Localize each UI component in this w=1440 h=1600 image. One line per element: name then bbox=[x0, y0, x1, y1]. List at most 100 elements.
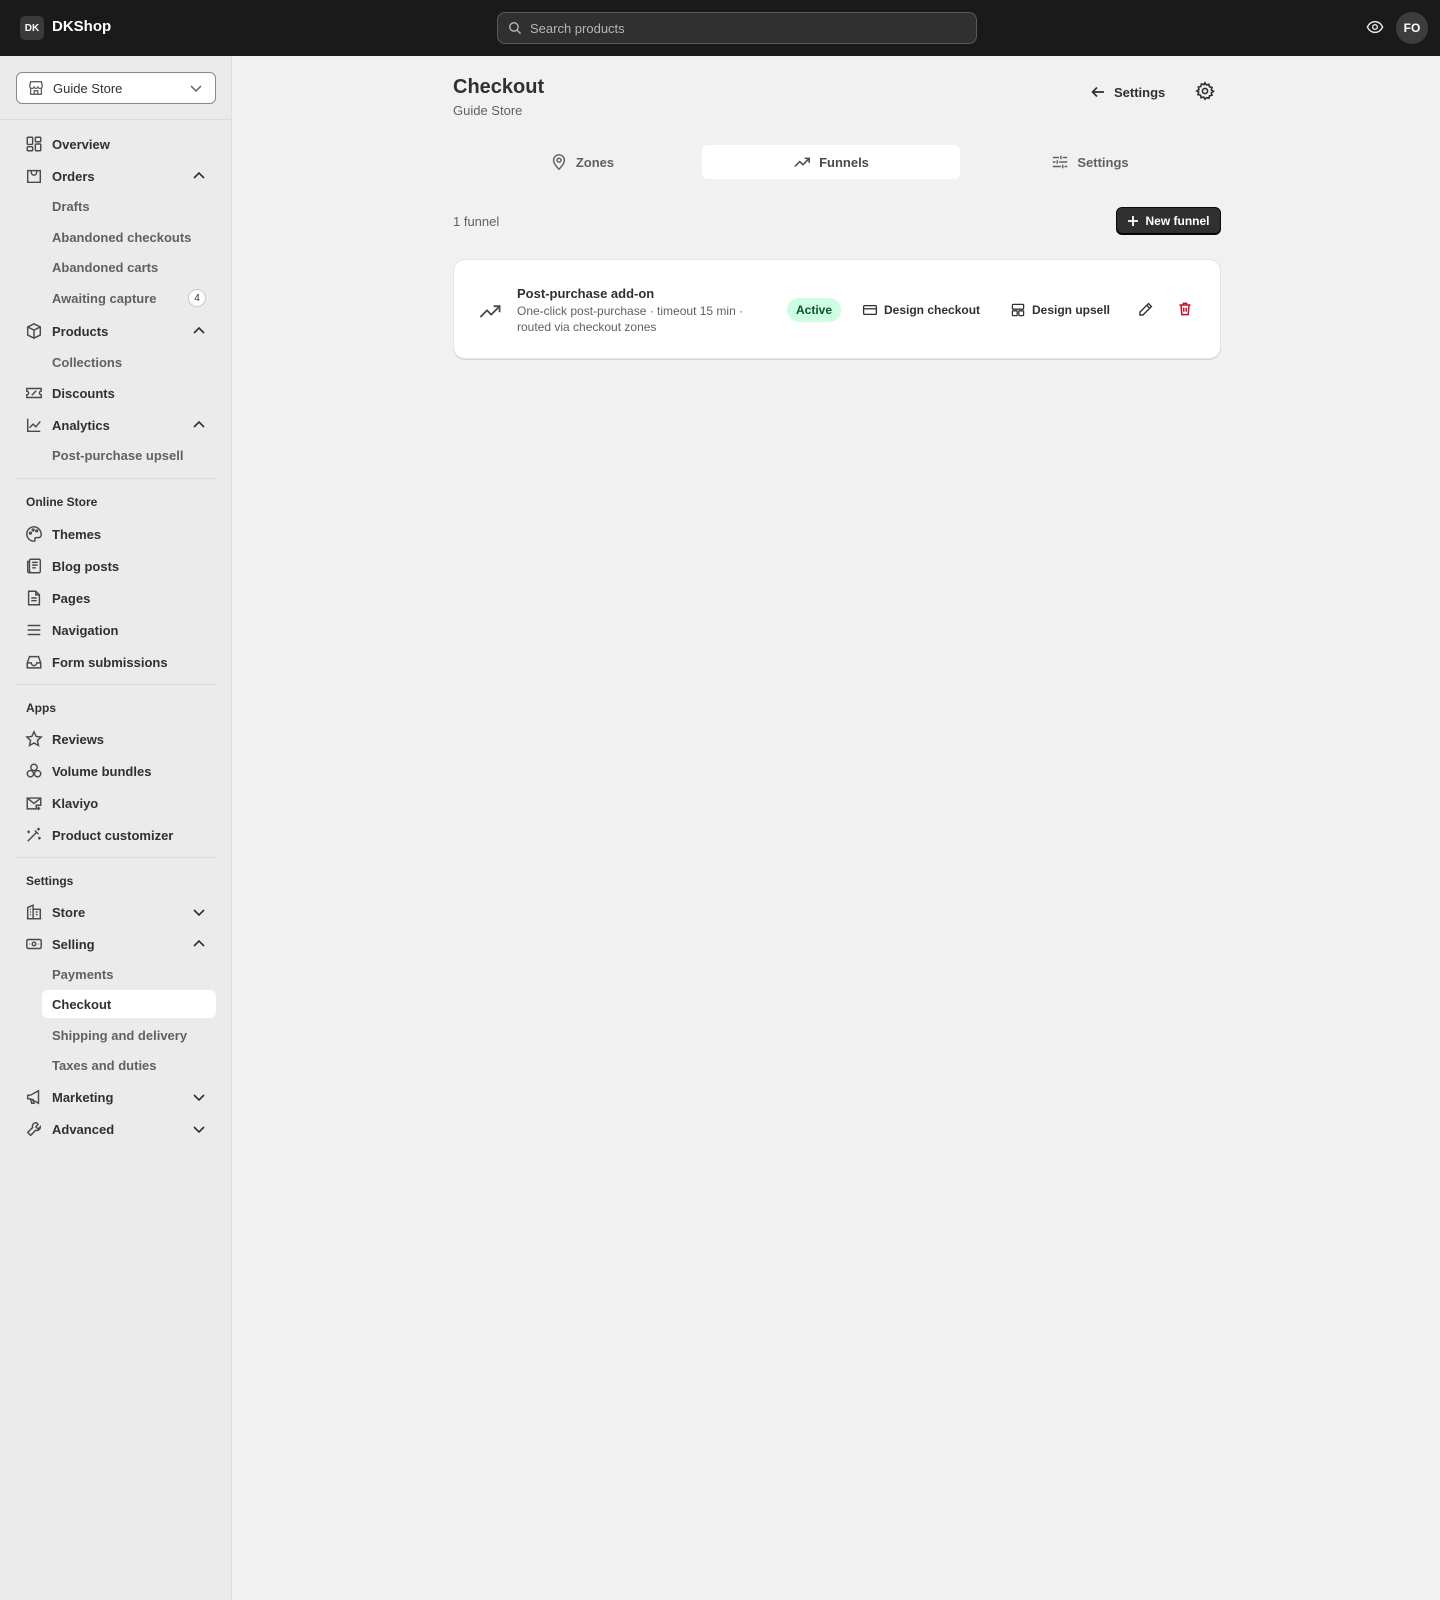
search-input[interactable] bbox=[530, 20, 950, 36]
sidebar-subitem-post-purchase-upsell[interactable]: Post-purchase upsell bbox=[42, 441, 216, 469]
sidebar-subitem-abandoned-carts[interactable]: Abandoned carts bbox=[42, 253, 216, 281]
location-pin-icon bbox=[550, 153, 568, 171]
search-icon bbox=[508, 21, 522, 35]
tab-funnels[interactable]: Funnels bbox=[702, 145, 960, 179]
sidebar-item-products[interactable]: Products bbox=[24, 317, 216, 345]
chevron-down-icon bbox=[189, 83, 203, 93]
tab-settings[interactable]: Settings bbox=[961, 145, 1219, 179]
sidebar-item-selling[interactable]: Selling bbox=[24, 930, 216, 958]
chevron-up-icon[interactable] bbox=[192, 937, 206, 951]
funnel-count: 1 funnel bbox=[453, 214, 500, 229]
view-store-icon[interactable] bbox=[1366, 18, 1384, 36]
design-upsell-button[interactable]: Design upsell bbox=[1010, 298, 1110, 322]
sidebar-item-label: Volume bundles bbox=[52, 763, 152, 779]
back-to-settings-label: Settings bbox=[1114, 84, 1166, 100]
sidebar-item-analytics[interactable]: Analytics bbox=[24, 411, 216, 439]
chevron-down-icon[interactable] bbox=[192, 905, 206, 919]
menu-icon bbox=[24, 620, 44, 640]
funnel-name: Post-purchase add-on bbox=[517, 286, 655, 301]
sidebar-item-orders[interactable]: Orders bbox=[24, 162, 216, 190]
back-to-settings-button[interactable]: Settings bbox=[1090, 80, 1165, 104]
brand-name[interactable]: DKShop bbox=[52, 18, 111, 35]
tab-label: Funnels bbox=[819, 154, 869, 170]
sliders-icon bbox=[1051, 153, 1069, 171]
blog-icon bbox=[24, 556, 44, 576]
top-bar: DK DKShop FO bbox=[0, 0, 1440, 56]
design-checkout-label: Design checkout bbox=[884, 303, 981, 317]
orders-icon bbox=[24, 166, 44, 186]
sidebar-subitem-taxes-and-duties[interactable]: Taxes and duties bbox=[42, 1051, 216, 1079]
sidebar-item-volume-bundles[interactable]: Volume bundles bbox=[24, 757, 216, 785]
sidebar-item-label: Orders bbox=[52, 168, 95, 184]
sidebar-item-blog-posts[interactable]: Blog posts bbox=[24, 552, 216, 580]
star-icon bbox=[24, 729, 44, 749]
overview-icon bbox=[24, 134, 44, 154]
credit-card-icon bbox=[862, 304, 878, 316]
discounts-icon bbox=[24, 383, 44, 403]
store-selector[interactable]: Guide Store bbox=[16, 72, 216, 104]
funnel-description: One-click post-purchase · timeout 15 min… bbox=[517, 304, 744, 334]
delete-icon[interactable] bbox=[1175, 299, 1195, 319]
sidebar-subitem-payments[interactable]: Payments bbox=[42, 960, 216, 988]
chevron-down-icon[interactable] bbox=[192, 1090, 206, 1104]
chevron-up-icon[interactable] bbox=[192, 324, 206, 338]
sidebar-divider bbox=[16, 478, 216, 479]
sidebar-item-advanced[interactable]: Advanced bbox=[24, 1115, 216, 1143]
page-subtitle: Guide Store bbox=[453, 103, 523, 118]
gear-icon[interactable] bbox=[1194, 80, 1216, 102]
sidebar-item-marketing[interactable]: Marketing bbox=[24, 1083, 216, 1111]
user-avatar[interactable]: FO bbox=[1396, 12, 1428, 44]
store-logo[interactable]: DK bbox=[20, 16, 44, 40]
tab-zones[interactable]: Zones bbox=[453, 145, 711, 179]
cash-icon bbox=[24, 934, 44, 954]
wrench-icon bbox=[24, 1119, 44, 1139]
chevron-up-icon[interactable] bbox=[192, 418, 206, 432]
sidebar-subitem-checkout[interactable]: Checkout bbox=[42, 990, 216, 1018]
sidebar-item-label: Advanced bbox=[52, 1121, 115, 1137]
sidebar-item-label: Store bbox=[52, 904, 86, 920]
sidebar-item-pages[interactable]: Pages bbox=[24, 584, 216, 612]
sidebar-item-discounts[interactable]: Discounts bbox=[24, 379, 216, 407]
sidebar-item-label: Overview bbox=[52, 136, 110, 152]
sidebar-divider bbox=[16, 684, 216, 685]
chevron-down-icon[interactable] bbox=[192, 1122, 206, 1136]
sidebar-subitem-collections[interactable]: Collections bbox=[42, 348, 216, 376]
sidebar-item-klaviyo[interactable]: Klaviyo bbox=[24, 789, 216, 817]
plus-icon bbox=[1128, 216, 1139, 226]
sidebar-subitem-abandoned-checkouts[interactable]: Abandoned checkouts bbox=[42, 223, 216, 251]
sidebar-item-label: Selling bbox=[52, 936, 95, 952]
sidebar-item-overview[interactable]: Overview bbox=[24, 130, 216, 158]
page-icon bbox=[24, 588, 44, 608]
sidebar-item-label: Navigation bbox=[52, 622, 119, 638]
sidebar-subitem-drafts[interactable]: Drafts bbox=[42, 192, 216, 220]
sidebar-item-navigation[interactable]: Navigation bbox=[24, 616, 216, 644]
tab-label: Zones bbox=[575, 154, 615, 170]
edit-icon[interactable] bbox=[1135, 299, 1155, 319]
sidebar-item-label: Marketing bbox=[52, 1089, 114, 1105]
bundles-icon bbox=[24, 761, 44, 781]
sidebar-item-label: Products bbox=[52, 323, 109, 339]
sidebar-item-label: Pages bbox=[52, 590, 91, 606]
sidebar-item-label: Product customizer bbox=[52, 827, 174, 843]
search-box[interactable] bbox=[497, 12, 977, 44]
sidebar-subitem-awaiting-capture[interactable]: Awaiting capture 4 bbox=[42, 284, 216, 312]
section-title-online-store: Online Store bbox=[26, 495, 98, 509]
new-funnel-button[interactable]: New funnel bbox=[1116, 207, 1221, 235]
sidebar-item-store[interactable]: Store bbox=[24, 898, 216, 926]
sidebar-item-themes[interactable]: Themes bbox=[24, 520, 216, 548]
sidebar-item-product-customizer[interactable]: Product customizer bbox=[24, 821, 216, 849]
sidebar-item-form-submissions[interactable]: Form submissions bbox=[24, 648, 216, 676]
sidebar-item-label: Themes bbox=[52, 526, 102, 542]
chevron-up-icon[interactable] bbox=[192, 169, 206, 183]
sidebar-divider bbox=[0, 119, 232, 120]
funnel-card: Post-purchase add-on One-click post-purc… bbox=[453, 259, 1221, 359]
sidebar: Guide Store Overview Orders Drafts Aband… bbox=[0, 56, 232, 1600]
section-title-apps: Apps bbox=[26, 701, 56, 715]
design-checkout-button[interactable]: Design checkout bbox=[862, 298, 980, 322]
sidebar-subitem-shipping-and-delivery[interactable]: Shipping and delivery bbox=[42, 1021, 216, 1049]
sidebar-item-reviews[interactable]: Reviews bbox=[24, 725, 216, 753]
inbox-icon bbox=[24, 652, 44, 672]
store-selector-label: Guide Store bbox=[53, 80, 123, 96]
section-title-settings: Settings bbox=[26, 874, 74, 888]
sidebar-item-label: Awaiting capture bbox=[52, 290, 157, 306]
